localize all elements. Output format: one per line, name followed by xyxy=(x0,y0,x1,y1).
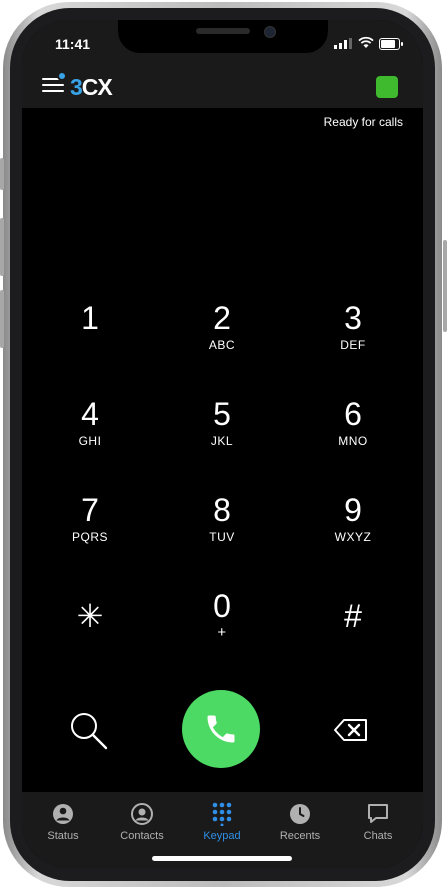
presence-status-indicator[interactable] xyxy=(376,76,398,98)
key-9[interactable]: 9 WXYZ xyxy=(298,492,408,572)
status-bar: 11:41 xyxy=(22,20,423,64)
keypad-icon xyxy=(212,802,232,826)
front-camera xyxy=(264,26,276,38)
tab-contacts[interactable]: Contacts xyxy=(107,802,177,842)
clock: 11:41 xyxy=(55,36,91,52)
key-0[interactable]: 0 + xyxy=(167,588,277,668)
tab-keypad[interactable]: Keypad xyxy=(187,802,257,842)
power-button xyxy=(443,240,447,332)
key-digit: 5 xyxy=(213,396,231,432)
key-3[interactable]: 3 DEF xyxy=(298,300,408,380)
key-digit: 1 xyxy=(81,300,99,336)
notification-dot xyxy=(57,71,67,81)
tab-label: Status xyxy=(47,830,79,842)
logo-cx: CX xyxy=(81,74,113,100)
key-letters: JKL xyxy=(210,434,234,448)
key-digit: 2 xyxy=(213,300,231,336)
silent-switch xyxy=(0,158,4,190)
tab-recents[interactable]: Recents xyxy=(265,802,335,842)
tab-chats[interactable]: Chats xyxy=(343,802,413,842)
key-7[interactable]: 7 PQRS xyxy=(35,492,145,572)
key-letters: GHI xyxy=(78,434,102,448)
key-4[interactable]: 4 GHI xyxy=(35,396,145,476)
key-digit: ✳ xyxy=(76,598,104,634)
key-digit: 7 xyxy=(81,492,99,528)
search-icon[interactable] xyxy=(68,710,110,752)
key-letters: MNO xyxy=(338,434,368,448)
key-hash[interactable]: # xyxy=(298,598,408,678)
backspace-icon[interactable] xyxy=(333,718,369,742)
speaker xyxy=(196,28,250,34)
cellular-signal-icon xyxy=(334,38,352,49)
clock-icon xyxy=(290,804,310,824)
tab-status[interactable]: Status xyxy=(28,802,98,842)
tab-label: Contacts xyxy=(120,830,164,842)
key-digit: 8 xyxy=(213,492,231,528)
key-letters: TUV xyxy=(209,530,235,544)
logo-3: 3 xyxy=(70,74,83,100)
tab-label: Keypad xyxy=(203,830,241,842)
key-2[interactable]: 2 ABC xyxy=(167,300,277,380)
key-star[interactable]: ✳ xyxy=(35,598,145,678)
wifi-icon xyxy=(358,36,374,48)
key-letters: ABC xyxy=(208,338,236,352)
battery-icon xyxy=(379,38,403,50)
menu-icon[interactable] xyxy=(42,71,67,96)
key-digit: 3 xyxy=(344,300,362,336)
key-digit: 6 xyxy=(344,396,362,432)
key-8[interactable]: 8 TUV xyxy=(167,492,277,572)
phone-icon xyxy=(207,715,235,743)
key-1[interactable]: 1 xyxy=(35,300,145,380)
app-logo: 3CX xyxy=(70,74,113,100)
app-header: 3CX xyxy=(22,64,423,108)
key-digit: 0 xyxy=(213,588,231,624)
key-digit: # xyxy=(344,598,362,634)
key-6[interactable]: 6 MNO xyxy=(298,396,408,476)
call-button[interactable] xyxy=(182,690,260,768)
tab-label: Recents xyxy=(279,830,321,842)
key-digit: 9 xyxy=(344,492,362,528)
tab-label: Chats xyxy=(363,830,393,842)
notch xyxy=(118,20,328,53)
key-digit: 4 xyxy=(81,396,99,432)
key-letters: + xyxy=(217,624,227,641)
key-5[interactable]: 5 JKL xyxy=(167,396,277,476)
key-letters: DEF xyxy=(340,338,366,352)
volume-down-button xyxy=(0,290,4,348)
home-indicator xyxy=(152,856,292,861)
chat-icon xyxy=(368,804,388,823)
contacts-icon xyxy=(131,803,153,825)
key-letters: PQRS xyxy=(71,530,108,544)
key-letters: WXYZ xyxy=(334,530,372,544)
phone-screen: 11:41 3CX Ready for calls 1 2 ABC 3 DEF … xyxy=(22,20,423,868)
volume-up-button xyxy=(0,218,4,276)
status-icon xyxy=(53,804,73,824)
status-message: Ready for calls xyxy=(323,115,403,129)
